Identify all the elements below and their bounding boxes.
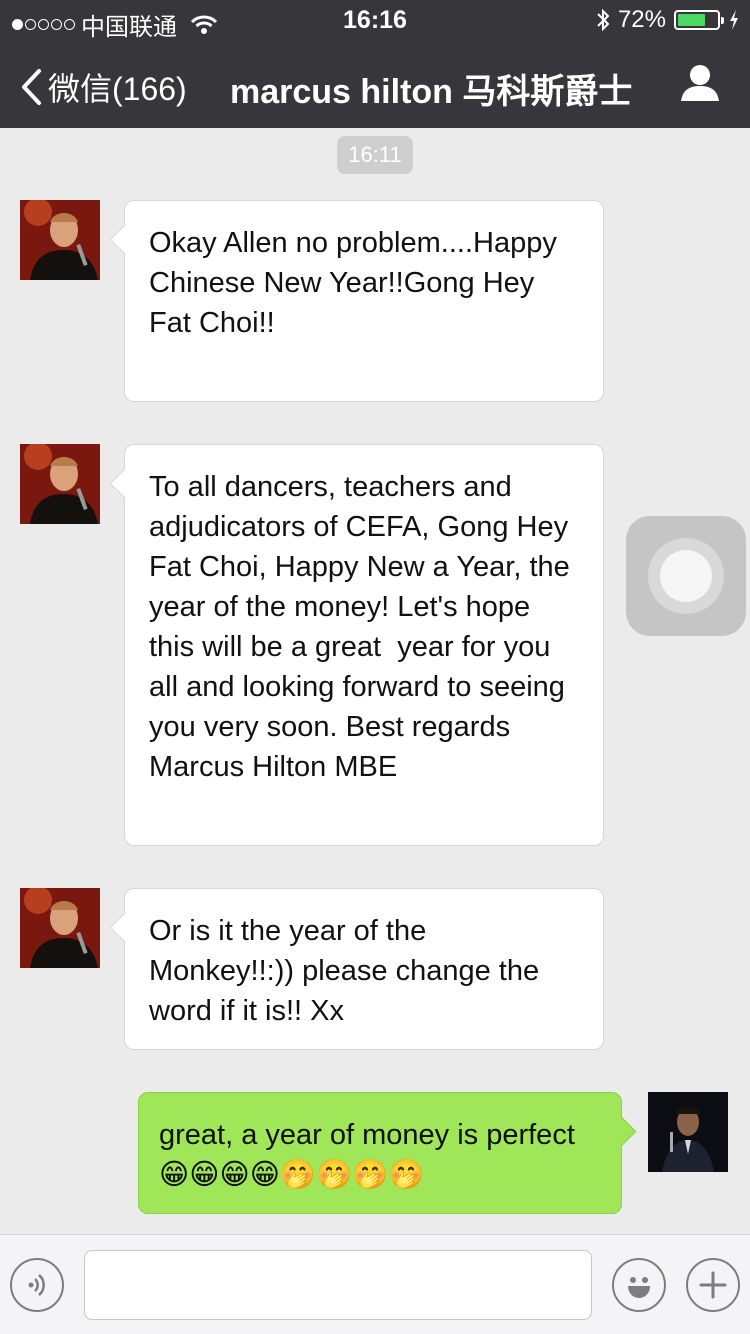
emoji-icon[interactable] bbox=[612, 1258, 666, 1312]
avatar[interactable] bbox=[20, 888, 100, 968]
status-bar: 中国联通 16:16 72% bbox=[0, 0, 750, 41]
assistive-touch-button[interactable] bbox=[626, 516, 746, 636]
top-bar: 中国联通 16:16 72% 微信(166) marcus hilton 马科斯… bbox=[0, 0, 750, 128]
bluetooth-icon bbox=[597, 8, 610, 32]
message-timestamp: 16:11 bbox=[337, 136, 413, 174]
message-bubble[interactable]: To all dancers, teachers and adjudicator… bbox=[124, 444, 604, 846]
message-input[interactable] bbox=[84, 1250, 592, 1320]
plus-icon[interactable] bbox=[686, 1258, 740, 1312]
battery-icon bbox=[674, 10, 724, 30]
back-button[interactable]: 微信(166) bbox=[20, 64, 187, 110]
page-title: marcus hilton 马科斯爵士 bbox=[230, 73, 633, 111]
assistive-core bbox=[660, 550, 712, 602]
my-message-bubble[interactable]: great, a year of money is perfect 😁😁😁😁🤭🤭… bbox=[138, 1092, 622, 1214]
input-bar bbox=[0, 1234, 750, 1334]
status-right: 72% bbox=[596, 6, 740, 34]
message-bubble[interactable]: Or is it the year of the Monkey!!:)) ple… bbox=[124, 888, 604, 1050]
avatar[interactable] bbox=[20, 444, 100, 524]
avatar[interactable] bbox=[648, 1092, 728, 1172]
back-label: 微信(166) bbox=[48, 71, 187, 107]
avatar[interactable] bbox=[20, 200, 100, 280]
battery-fill bbox=[678, 14, 706, 26]
person-icon[interactable] bbox=[680, 64, 720, 107]
chevron-left-icon bbox=[22, 69, 41, 105]
voice-icon[interactable] bbox=[10, 1258, 64, 1312]
nav-bar: 微信(166) marcus hilton 马科斯爵士 bbox=[0, 40, 750, 128]
message-bubble[interactable]: Okay Allen no problem....Happy Chinese N… bbox=[124, 200, 604, 402]
charging-icon bbox=[730, 10, 738, 30]
battery-percent: 72% bbox=[617, 6, 666, 33]
chat-area[interactable]: 16:11 Okay Allen no problem....Happy Chi… bbox=[0, 128, 750, 1234]
